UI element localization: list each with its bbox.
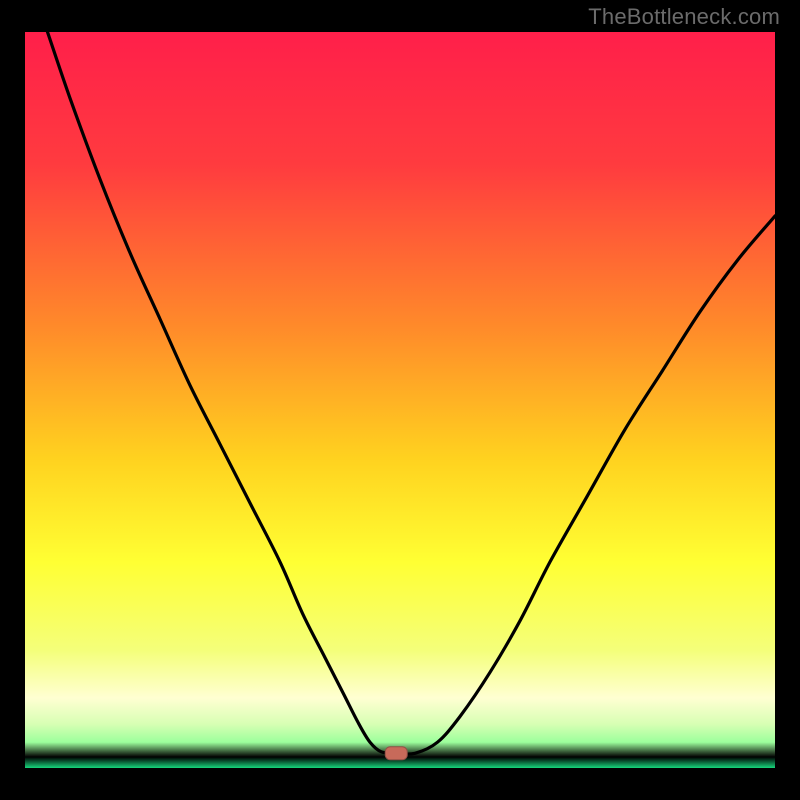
gradient-background [25,32,775,768]
chart-frame: TheBottleneck.com [0,0,800,800]
optimal-point-marker [385,747,407,760]
bottleneck-chart [0,0,800,800]
